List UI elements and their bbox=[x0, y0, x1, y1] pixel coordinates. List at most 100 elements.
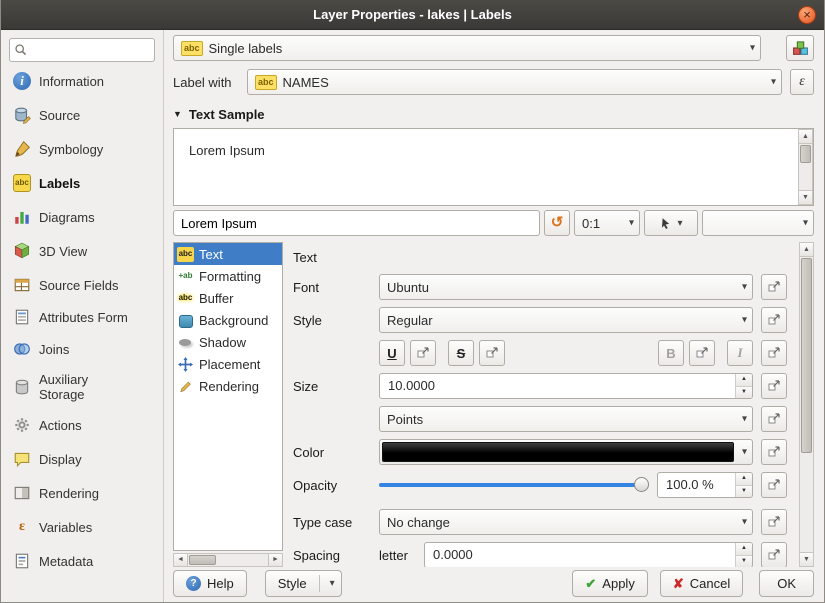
scrollbar-thumb[interactable] bbox=[800, 145, 811, 163]
scrollbar-track[interactable] bbox=[800, 257, 813, 552]
actions-icon bbox=[13, 416, 31, 434]
style-combobox[interactable]: Regular ▾ bbox=[379, 307, 753, 333]
sidebar-item-attributes-form[interactable]: Attributes Form bbox=[1, 302, 163, 332]
data-defined-override-button[interactable] bbox=[761, 472, 787, 498]
opacity-slider[interactable] bbox=[379, 472, 649, 498]
italic-letter: I bbox=[737, 345, 742, 361]
engine-settings-button[interactable] bbox=[786, 35, 814, 61]
sidebar-item-variables[interactable]: Variables bbox=[1, 510, 163, 544]
scrollbar-track[interactable] bbox=[799, 144, 812, 190]
bold-button[interactable]: B bbox=[658, 340, 684, 366]
tab-formatting[interactable]: +ab Formatting bbox=[174, 265, 282, 287]
map-sample-button[interactable]: ▾ bbox=[644, 210, 698, 236]
data-defined-override-button[interactable] bbox=[761, 439, 787, 465]
scrollbar-thumb[interactable] bbox=[189, 555, 216, 565]
apply-button[interactable]: ✔ Apply bbox=[572, 570, 647, 597]
spinner-down-icon[interactable]: ▼ bbox=[736, 486, 752, 498]
tab-text[interactable]: abc Text bbox=[174, 243, 282, 265]
type-case-combobox[interactable]: No change ▾ bbox=[379, 509, 753, 535]
spinner-up-icon[interactable]: ▲ bbox=[736, 543, 752, 556]
check-icon: ✔ bbox=[585, 576, 596, 592]
tab-rendering[interactable]: Rendering bbox=[174, 375, 282, 397]
data-defined-override-button[interactable] bbox=[689, 340, 715, 366]
data-defined-override-button[interactable] bbox=[761, 542, 787, 567]
search-input[interactable] bbox=[9, 38, 155, 62]
font-combobox[interactable]: Ubuntu ▾ bbox=[379, 274, 753, 300]
spinner-up-icon[interactable]: ▲ bbox=[736, 473, 752, 486]
ok-button[interactable]: OK bbox=[759, 570, 814, 597]
opacity-value: 100.0 % bbox=[658, 473, 735, 497]
sidebar-item-information[interactable]: Information bbox=[1, 64, 163, 98]
sidebar-item-metadata[interactable]: Metadata bbox=[1, 544, 163, 578]
data-defined-override-button[interactable] bbox=[479, 340, 505, 366]
data-defined-override-button[interactable] bbox=[761, 307, 787, 333]
opacity-spinbox[interactable]: 100.0 % ▲ ▼ bbox=[657, 472, 753, 498]
placement-mode-combobox[interactable]: abc Single labels ▾ bbox=[173, 35, 761, 61]
style-value: Regular bbox=[387, 313, 433, 328]
preview-scrollbar[interactable]: ▲ ▼ bbox=[798, 129, 813, 205]
style-row: Style Regular ▾ bbox=[293, 307, 787, 333]
scroll-down-icon[interactable]: ▼ bbox=[799, 190, 812, 204]
style-menu-button[interactable]: Style ▾ bbox=[265, 570, 342, 597]
sidebar-search bbox=[9, 38, 155, 62]
sidebar-item-source-fields[interactable]: Source Fields bbox=[1, 268, 163, 302]
sidebar-item-rendering[interactable]: Rendering bbox=[1, 476, 163, 510]
sidebar-item-labels[interactable]: Labels bbox=[1, 166, 163, 200]
size-row: Size 10.0000 ▲ ▼ bbox=[293, 373, 787, 399]
data-defined-override-button[interactable] bbox=[761, 509, 787, 535]
preview-background-combobox[interactable]: ▾ bbox=[702, 210, 814, 236]
strikeout-button[interactable]: S bbox=[448, 340, 474, 366]
spinner-down-icon[interactable]: ▼ bbox=[736, 387, 752, 399]
settings-scrollbar[interactable]: ▲ ▼ bbox=[799, 242, 814, 567]
tab-buffer[interactable]: abc Buffer bbox=[174, 287, 282, 309]
letter-spacing-spinbox[interactable]: 0.0000 ▲ ▼ bbox=[424, 542, 753, 567]
preview-scale-combobox[interactable]: 0:1 ▾ bbox=[574, 210, 640, 236]
text-sample-header[interactable]: ▼ Text Sample bbox=[173, 106, 814, 122]
sidebar-item-display[interactable]: Display bbox=[1, 442, 163, 476]
tab-shadow[interactable]: Shadow bbox=[174, 331, 282, 353]
title-bar[interactable]: Layer Properties - lakes | Labels × bbox=[1, 0, 824, 30]
size-spinbox[interactable]: 10.0000 ▲ ▼ bbox=[379, 373, 753, 399]
tab-label: Formatting bbox=[199, 269, 261, 284]
sidebar-item-symbology[interactable]: Symbology bbox=[1, 132, 163, 166]
tab-list-horizontal-scrollbar[interactable]: ◄ ► bbox=[173, 553, 283, 567]
data-defined-override-button[interactable] bbox=[761, 373, 787, 399]
chevron-down-icon: ▾ bbox=[742, 315, 747, 326]
sample-text-input[interactable] bbox=[173, 210, 540, 236]
sidebar-item-joins[interactable]: Joins bbox=[1, 332, 163, 366]
scroll-up-icon[interactable]: ▲ bbox=[799, 130, 812, 144]
expression-builder-button[interactable]: ε bbox=[790, 69, 814, 95]
font-row: Font Ubuntu ▾ bbox=[293, 274, 787, 300]
underline-button[interactable]: U bbox=[379, 340, 405, 366]
size-units-combobox[interactable]: Points ▾ bbox=[379, 406, 753, 432]
scroll-right-icon[interactable]: ► bbox=[268, 554, 282, 566]
placement-mode-row: abc Single labels ▾ bbox=[173, 35, 814, 61]
scroll-left-icon[interactable]: ◄ bbox=[174, 554, 188, 566]
cancel-button[interactable]: ✘ Cancel bbox=[660, 570, 743, 597]
sidebar-item-actions[interactable]: Actions bbox=[1, 408, 163, 442]
data-defined-override-button[interactable] bbox=[761, 340, 787, 366]
tab-placement[interactable]: Placement bbox=[174, 353, 282, 375]
sidebar-item-source[interactable]: Source bbox=[1, 98, 163, 132]
scrollbar-thumb[interactable] bbox=[801, 258, 812, 453]
slider-handle[interactable] bbox=[634, 477, 649, 492]
tab-background[interactable]: Background bbox=[174, 309, 282, 331]
sidebar-item-label: Joins bbox=[39, 342, 131, 357]
font-color-button[interactable]: ▾ bbox=[379, 439, 753, 465]
help-button[interactable]: ? Help bbox=[173, 570, 247, 597]
sidebar-item-auxiliary-storage[interactable]: Auxiliary Storage bbox=[1, 366, 163, 408]
italic-button[interactable]: I bbox=[727, 340, 753, 366]
data-defined-override-button[interactable] bbox=[761, 274, 787, 300]
scrollbar-track[interactable] bbox=[188, 554, 268, 566]
reset-sample-button[interactable]: ↺ bbox=[544, 210, 570, 236]
close-button[interactable]: × bbox=[798, 6, 816, 24]
spinner-up-icon[interactable]: ▲ bbox=[736, 374, 752, 387]
sidebar-item-diagrams[interactable]: Diagrams bbox=[1, 200, 163, 234]
scroll-up-icon[interactable]: ▲ bbox=[800, 243, 813, 257]
sidebar-item-3d-view[interactable]: 3D View bbox=[1, 234, 163, 268]
label-with-combobox[interactable]: abc NAMES ▾ bbox=[247, 69, 782, 95]
spinner-down-icon[interactable]: ▼ bbox=[736, 556, 752, 568]
scroll-down-icon[interactable]: ▼ bbox=[800, 552, 813, 566]
data-defined-override-button[interactable] bbox=[410, 340, 436, 366]
data-defined-override-button[interactable] bbox=[761, 406, 787, 432]
